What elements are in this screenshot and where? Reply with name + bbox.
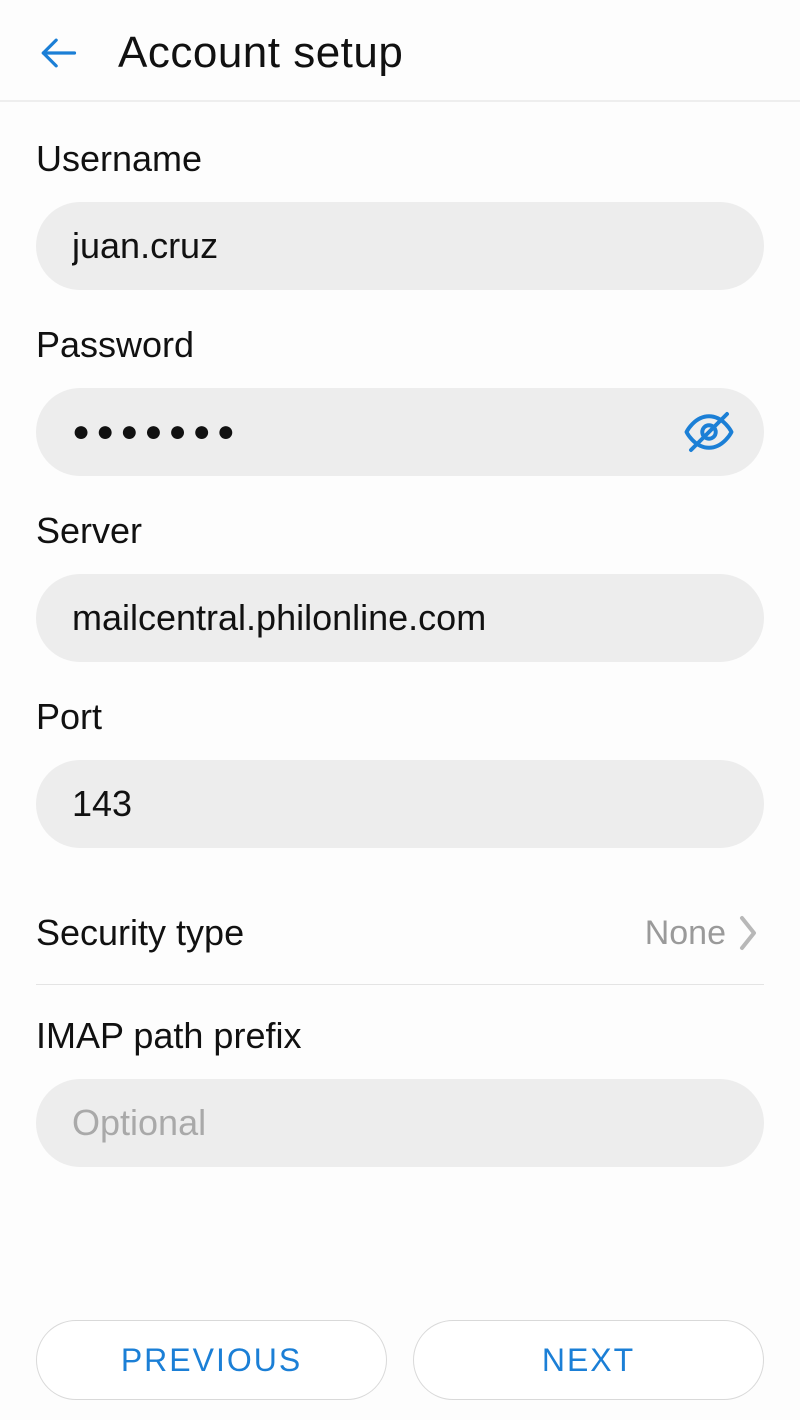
security-type-value-wrap: None (645, 914, 764, 953)
password-field-wrap: ●●●●●●● (36, 388, 764, 476)
server-input[interactable] (36, 574, 764, 662)
footer-nav: PREVIOUS NEXT (0, 1320, 800, 1420)
chevron-right-icon (736, 914, 760, 952)
server-label: Server (36, 510, 764, 552)
username-field-wrap (36, 202, 764, 290)
security-type-value: None (645, 914, 726, 953)
back-button[interactable] (36, 31, 80, 75)
security-type-row[interactable]: Security type None (36, 882, 764, 985)
port-input[interactable] (36, 760, 764, 848)
imap-prefix-label: IMAP path prefix (36, 1015, 764, 1057)
server-field-wrap (36, 574, 764, 662)
port-label: Port (36, 696, 764, 738)
imap-prefix-input[interactable] (36, 1079, 764, 1167)
back-arrow-icon (36, 31, 80, 75)
username-input[interactable] (36, 202, 764, 290)
password-label: Password (36, 324, 764, 366)
username-label: Username (36, 138, 764, 180)
security-type-label: Security type (36, 912, 244, 954)
form-content: Username Password ●●●●●●● Server Port Se… (0, 102, 800, 1320)
next-button[interactable]: NEXT (413, 1320, 764, 1400)
port-field-wrap (36, 760, 764, 848)
eye-off-icon (682, 405, 736, 459)
page-title: Account setup (118, 28, 403, 78)
toggle-password-visibility-button[interactable] (682, 405, 736, 459)
previous-button[interactable]: PREVIOUS (36, 1320, 387, 1400)
imap-prefix-field-wrap (36, 1079, 764, 1167)
password-input[interactable]: ●●●●●●● (36, 388, 764, 476)
app-header: Account setup (0, 0, 800, 102)
